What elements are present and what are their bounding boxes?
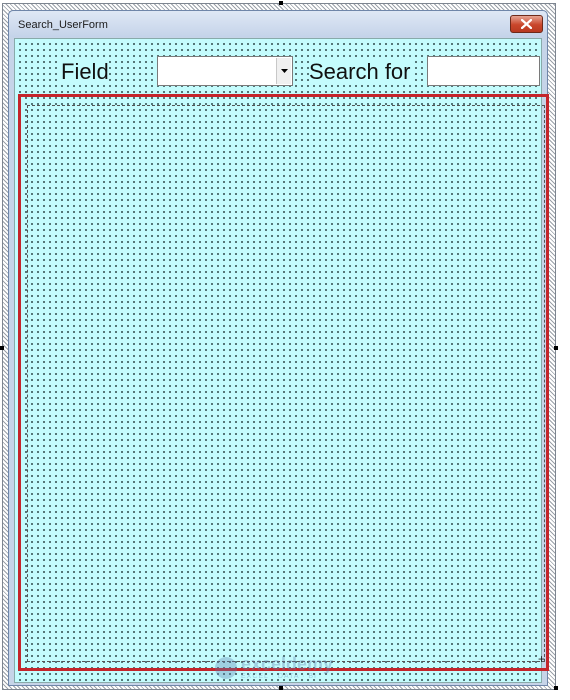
field-combobox[interactable] (157, 56, 293, 86)
exceldemy-logo-icon (215, 656, 237, 679)
window-title: Search_UserForm (18, 19, 108, 31)
chevron-down-icon (281, 69, 288, 73)
resize-handle-right[interactable] (554, 346, 558, 350)
watermark-name: exceldemy (241, 654, 334, 674)
title-bar[interactable]: Search_UserForm (9, 11, 547, 37)
field-label: Field (61, 59, 109, 85)
close-icon (521, 19, 532, 29)
listbox-highlight-border: + (18, 94, 549, 671)
watermark: exceldemy EXCEL · DATA · BI (215, 655, 333, 680)
resize-handle-bottom[interactable] (279, 686, 283, 690)
resize-handle-top[interactable] (279, 1, 283, 5)
watermark-tagline: EXCEL · DATA · BI (241, 673, 317, 680)
form-canvas[interactable]: Field Search for + exceldemy EXCEL · DAT… (14, 38, 549, 683)
close-button[interactable] (510, 15, 543, 33)
combobox-dropdown-button[interactable] (276, 58, 291, 84)
move-cross-icon[interactable]: + (538, 653, 545, 665)
userform-window: Search_UserForm Field Search for + excel… (8, 10, 549, 686)
resize-handle-corner[interactable] (554, 686, 558, 690)
results-listbox[interactable]: + (27, 105, 545, 665)
search-for-label: Search for (309, 59, 411, 85)
resize-handle-left[interactable] (0, 346, 4, 350)
search-textbox[interactable] (427, 56, 540, 86)
